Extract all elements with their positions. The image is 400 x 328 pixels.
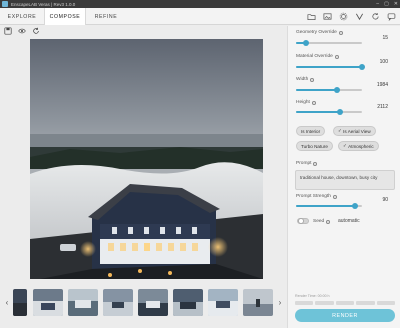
thumbnail-strip: ‹ › — [0, 282, 286, 328]
height-slider[interactable] — [296, 109, 362, 115]
rotate-icon[interactable] — [32, 27, 40, 35]
app-logo-icon — [2, 1, 8, 7]
seed-label: Seed — [313, 219, 331, 224]
height-label: Height — [296, 100, 316, 105]
info-icon — [310, 77, 315, 82]
eye-icon[interactable] — [18, 27, 26, 35]
close-icon[interactable]: ✕ — [394, 1, 398, 7]
folder-icon[interactable] — [307, 12, 316, 21]
width-label: Width — [296, 77, 315, 82]
window-controls: – ▢ ✕ — [376, 0, 398, 8]
maximize-icon[interactable]: ▢ — [384, 1, 389, 7]
width-slider[interactable] — [296, 87, 362, 93]
seed-value[interactable]: automatic — [338, 218, 360, 224]
chevron-right-icon[interactable]: › — [276, 298, 284, 308]
geometry-override-value[interactable]: 15 — [360, 34, 388, 43]
info-icon — [313, 161, 318, 166]
thumbnail[interactable] — [33, 289, 63, 316]
render-time-label: Render Time: 00:00 h — [295, 294, 330, 298]
info-icon — [311, 100, 316, 105]
prompt-strength-value[interactable]: 90 — [360, 196, 388, 205]
prompt-input[interactable]: traditional house, downtown, busy city — [295, 170, 395, 190]
canvas-toolbar — [4, 26, 40, 36]
minimize-icon[interactable]: – — [376, 1, 379, 7]
tab-compose[interactable]: COMPOSE — [44, 8, 86, 25]
thumbnail[interactable] — [138, 289, 168, 316]
thumbnail[interactable] — [173, 289, 203, 316]
info-icon — [326, 219, 331, 224]
brand-icon[interactable] — [355, 12, 364, 21]
prompt-label: Prompt — [296, 161, 318, 166]
tab-refine[interactable]: REFINE — [86, 8, 126, 25]
chip-atmospheric[interactable]: ✓ Atmospheric — [338, 141, 379, 151]
chip-turbo-nature[interactable]: Turbo Nature — [296, 141, 333, 151]
chevron-left-icon[interactable]: ‹ — [3, 298, 11, 308]
thumbnail[interactable] — [208, 289, 238, 316]
prompt-strength-slider[interactable] — [296, 203, 362, 209]
render-preview-image[interactable] — [30, 39, 263, 279]
thumbnail[interactable] — [243, 289, 273, 316]
render-button[interactable]: RENDER — [295, 309, 395, 322]
material-override-label: Material Override — [296, 54, 339, 59]
thumbnail[interactable] — [103, 289, 133, 316]
nav-icons — [307, 8, 396, 25]
geometry-override-label: Geometry Override — [296, 30, 343, 35]
refresh-icon[interactable] — [371, 12, 380, 21]
settings-icon[interactable] — [339, 12, 348, 21]
seed-toggle[interactable] — [297, 218, 309, 225]
gallery-icon[interactable] — [323, 12, 332, 21]
app-window: EnscapeLAB Veras | Rev3 1.0.0 – ▢ ✕ EXPL… — [0, 0, 400, 328]
chip-is-aerial-view[interactable]: ✓ Is Aerial View — [333, 126, 376, 136]
chat-icon[interactable] — [387, 12, 396, 21]
tab-explore[interactable]: EXPLORE — [0, 8, 44, 25]
settings-panel: Geometry Override 15 Material Override 1… — [287, 26, 400, 328]
material-override-slider[interactable] — [296, 64, 365, 70]
width-value[interactable]: 1984 — [360, 81, 388, 90]
save-icon[interactable] — [4, 27, 12, 35]
chip-is-interior[interactable]: Is Interior — [296, 126, 326, 136]
thumbnail[interactable] — [68, 289, 98, 316]
geometry-override-slider[interactable] — [296, 40, 362, 46]
height-value[interactable]: 2112 — [360, 103, 388, 112]
prompt-strength-label: Prompt Strength — [296, 194, 337, 199]
quota-bar — [295, 301, 396, 305]
info-icon — [332, 194, 337, 199]
window-title: EnscapeLAB Veras | Rev3 1.0.0 — [11, 1, 76, 7]
info-icon — [338, 30, 343, 35]
thumbnail[interactable] — [13, 289, 27, 316]
title-bar: EnscapeLAB Veras | Rev3 1.0.0 – ▢ ✕ — [0, 0, 400, 8]
info-icon — [334, 54, 339, 59]
